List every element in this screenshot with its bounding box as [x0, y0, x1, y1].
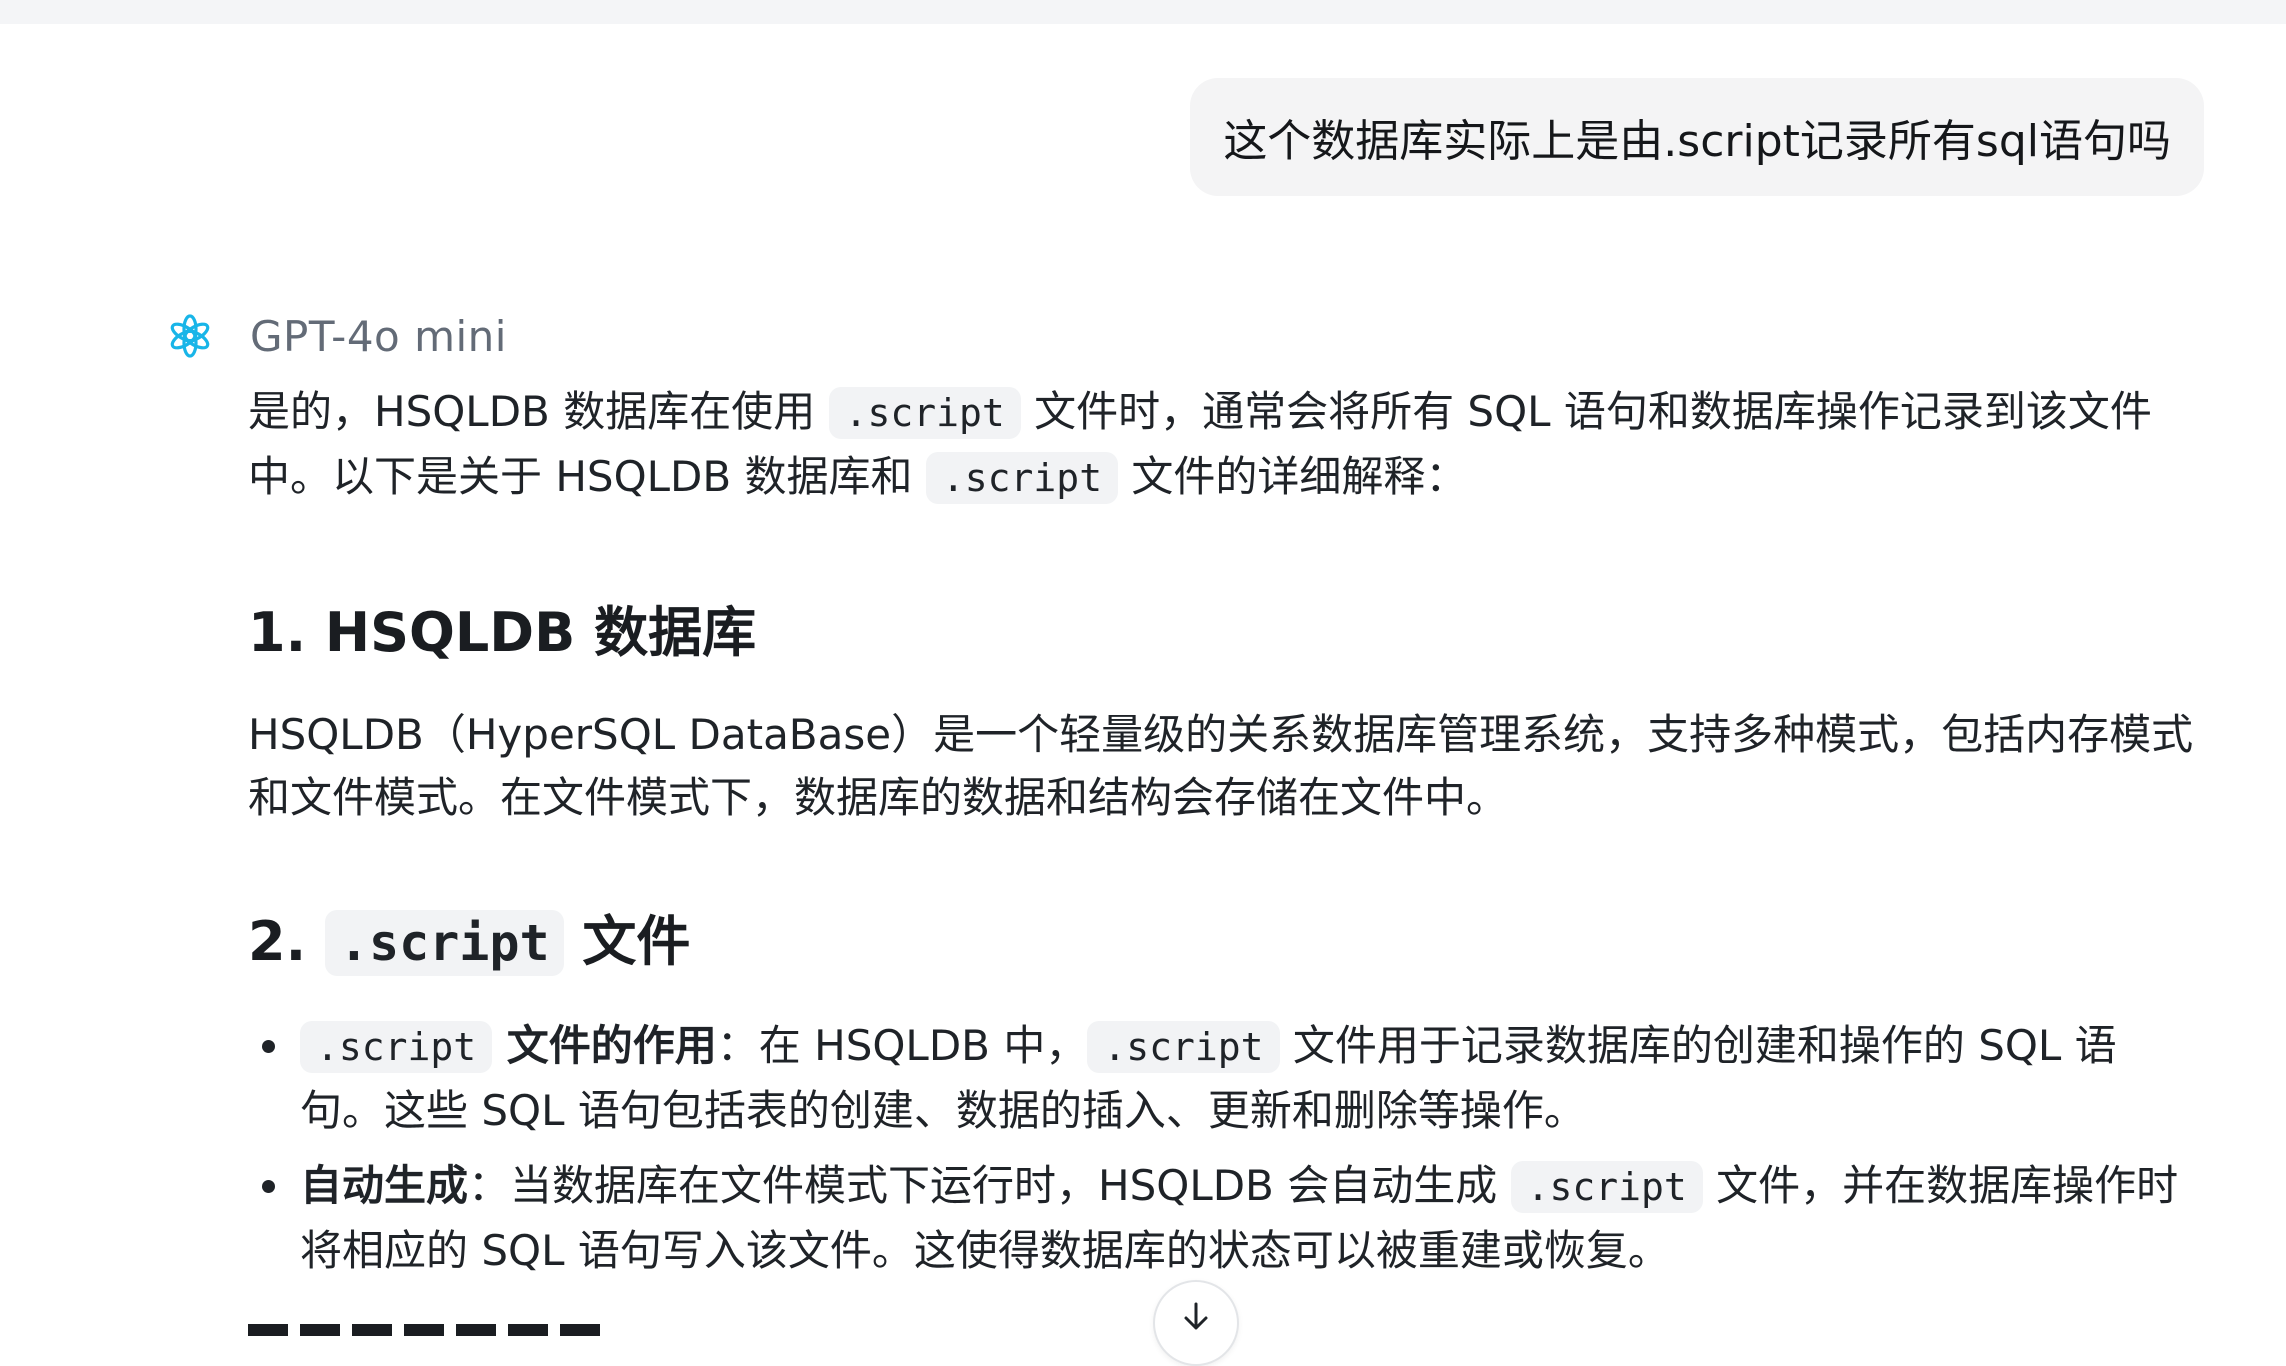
- list-item: 自动生成：当数据库在文件模式下运行时，HSQLDB 会自动生成 .script …: [248, 1154, 2198, 1282]
- model-name: GPT-4o mini: [250, 311, 507, 361]
- intro-text-3: 文件的详细解释：: [1118, 452, 1468, 501]
- openai-logo-icon: [162, 308, 218, 364]
- arrow-down-icon: [1184, 1302, 1208, 1330]
- intro-paragraph: 是的，HSQLDB 数据库在使用 .script 文件时，通常会将所有 SQL …: [248, 380, 2198, 510]
- list-item: .script 文件的作用：在 HSQLDB 中， .script 文件用于记录数…: [248, 1014, 2198, 1142]
- bullet-text: ：当数据库在文件模式下运行时，HSQLDB 会自动生成: [468, 1161, 1511, 1210]
- inline-code: .script: [1087, 1021, 1280, 1073]
- section-1-body: HSQLDB（HyperSQL DataBase）是一个轻量级的关系数据库管理系…: [248, 710, 2194, 822]
- user-message-bubble: 这个数据库实际上是由.script记录所有sql语句吗: [1190, 78, 2204, 196]
- inline-code: .script: [828, 387, 1021, 439]
- section-1-heading: 1. HSQLDB 数据库: [248, 601, 757, 664]
- bullet-text: ：在 HSQLDB 中，: [716, 1021, 1088, 1070]
- bullet-icon: [262, 1180, 275, 1193]
- section-2-list: .script 文件的作用：在 HSQLDB 中， .script 文件用于记录数…: [248, 1014, 2198, 1282]
- section-2-heading-prefix: 2.: [248, 910, 325, 973]
- scroll-to-bottom-button[interactable]: [1153, 1280, 1239, 1366]
- inline-code: .script: [925, 452, 1119, 504]
- assistant-header: GPT-4o mini: [162, 306, 507, 366]
- intro-text-1: 是的，HSQLDB 数据库在使用: [248, 387, 829, 436]
- inline-code: .script: [1510, 1161, 1703, 1213]
- bullet-bold-label: 文件的作用: [492, 1021, 717, 1070]
- assistant-response: 是的，HSQLDB 数据库在使用 .script 文件时，通常会将所有 SQL …: [248, 380, 2198, 1282]
- bullet-bold-label: 自动生成: [300, 1161, 469, 1210]
- bullet-icon: [262, 1040, 275, 1053]
- inline-code: .script: [324, 910, 564, 976]
- top-bar: [0, 0, 2286, 24]
- section-2-heading: 2. .script 文件: [248, 897, 2198, 976]
- user-message-text: 这个数据库实际上是由.script记录所有sql语句吗: [1223, 116, 2171, 167]
- next-section-heading-partial: [248, 1318, 608, 1338]
- section-2-heading-suffix: 文件: [563, 910, 691, 973]
- inline-code: .script: [300, 1021, 493, 1073]
